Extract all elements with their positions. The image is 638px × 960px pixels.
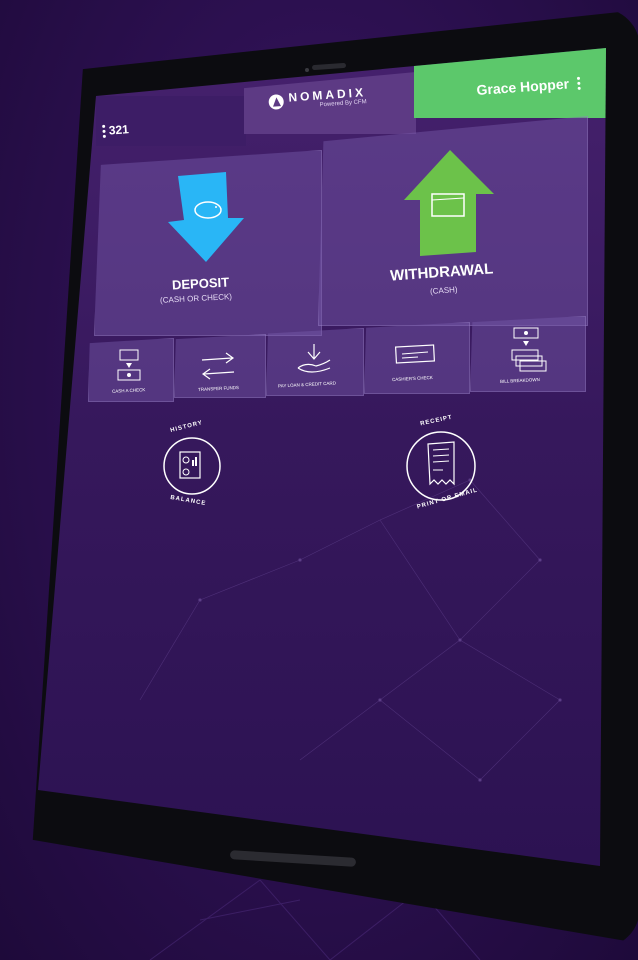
check-icon [394, 344, 436, 364]
deposit-arrow-icon [168, 172, 244, 262]
receipt-icon [427, 441, 455, 486]
account-bar [96, 96, 246, 146]
cash-a-check-icon [117, 349, 141, 381]
account-count[interactable]: 321 [102, 122, 129, 138]
deposit-title: DEPOSIT [171, 274, 230, 293]
tablet-camera [305, 68, 309, 72]
menu-dots-icon [102, 130, 106, 134]
account-count-label: 321 [108, 122, 130, 138]
hand-pay-icon [297, 344, 331, 373]
user-menu-dots-icon [576, 81, 581, 85]
withdrawal-subtitle: (CASH) [429, 285, 458, 296]
transfer-arrows-icon [201, 352, 235, 380]
nomadix-logo-icon [268, 93, 285, 110]
history-balance-icon [179, 451, 201, 479]
bill-stack-icon [511, 327, 547, 372]
withdrawal-arrow-icon [404, 150, 494, 256]
